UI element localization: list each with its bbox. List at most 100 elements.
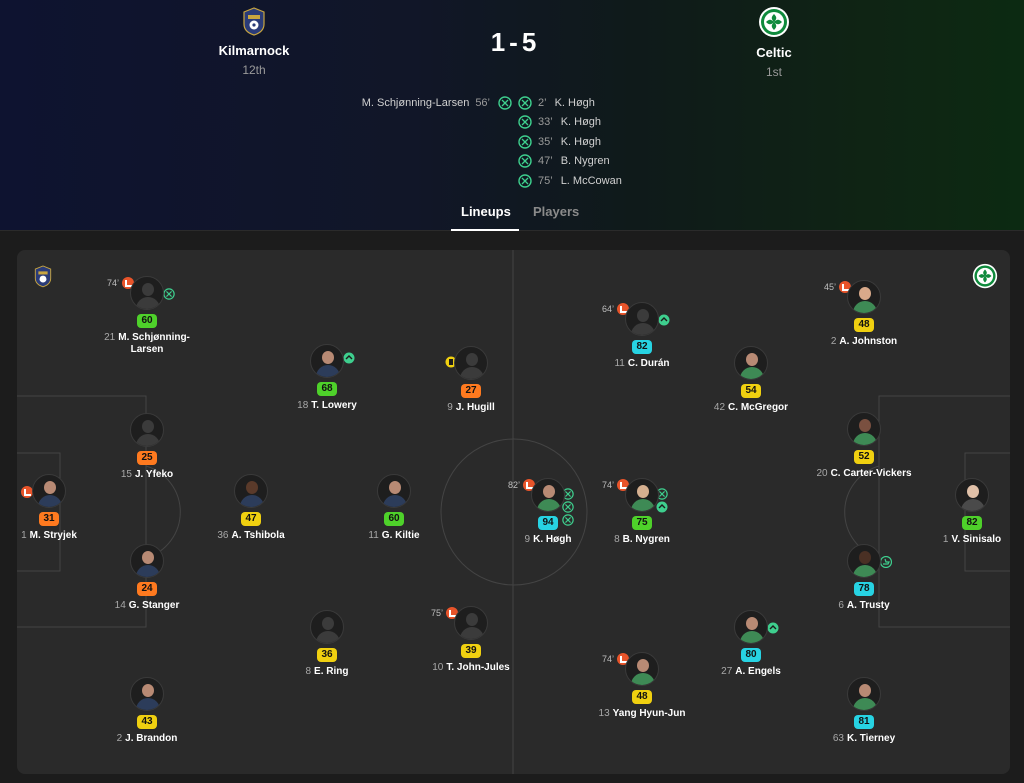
- player-duran[interactable]: 64’ 82 11 C. Durán: [592, 302, 692, 370]
- player-yang-hyun-jun[interactable]: 74’ 48 13 Yang Hyun-Jun: [592, 652, 692, 720]
- player-rating: 27: [461, 384, 481, 398]
- scorer-row: 2’ K. Høgh: [518, 93, 718, 113]
- goal-icon: [518, 96, 532, 110]
- scorer-row: 75’ L. McCowan: [518, 171, 718, 191]
- player-hugill[interactable]: 27 9 J. Hugill: [421, 346, 521, 414]
- player-rating: 94: [538, 516, 558, 530]
- kilmarnock-crest-icon: [34, 265, 52, 288]
- assist-icon: [656, 501, 668, 513]
- player-engels[interactable]: 80 27 A. Engels: [701, 610, 801, 678]
- player-trusty[interactable]: 78 6 A. Trusty: [814, 544, 914, 612]
- player-carter-vickers[interactable]: 52 20 C. Carter-Vickers: [814, 412, 914, 480]
- player-johnston[interactable]: 45’ 48 2 A. Johnston: [814, 280, 914, 348]
- player-avatar: [847, 412, 881, 446]
- player-name: J. Brandon: [125, 733, 178, 744]
- away-team-position: 1st: [765, 65, 782, 79]
- player-stryjek[interactable]: 31 1 M. Stryjek: [17, 474, 99, 542]
- player-kiltie[interactable]: 60 11 G. Kiltie: [344, 474, 444, 542]
- lineup-pitch: 74’ 60 21 M. Schjønning-Larsen 31 1 M. Str…: [17, 250, 1010, 774]
- player-label: 9 J. Hugill: [421, 402, 521, 414]
- player-label: 18 T. Lowery: [277, 400, 377, 412]
- player-tshibola[interactable]: 47 36 A. Tshibola: [201, 474, 301, 542]
- player-number: 11: [368, 530, 379, 541]
- player-label: 1 M. Stryjek: [17, 530, 99, 542]
- player-name: V. Sinisalo: [951, 534, 1002, 545]
- player-rating: 48: [632, 690, 652, 704]
- player-name: B. Nygren: [622, 534, 670, 545]
- goal-icon: [518, 115, 532, 129]
- active-tab-indicator: [451, 229, 519, 231]
- player-rating: 39: [461, 644, 481, 658]
- player-label: 2 J. Brandon: [97, 733, 197, 745]
- player-lowery[interactable]: 68 18 T. Lowery: [277, 344, 377, 412]
- home-team[interactable]: Kilmarnock 12th: [174, 6, 334, 77]
- player-name: A. Engels: [735, 666, 781, 677]
- away-team-name: Celtic: [756, 45, 792, 60]
- player-ring[interactable]: 36 8 E. Ring: [277, 610, 377, 678]
- assist-icon: [767, 622, 779, 634]
- player-avatar: [234, 474, 268, 508]
- tab-bar: Lineups Players: [0, 197, 1024, 231]
- scorer-name: K. Høgh: [554, 96, 595, 109]
- home-scorers: M. Schjønning-Larsen 56’: [300, 93, 512, 113]
- away-team[interactable]: Celtic 1st: [694, 6, 854, 79]
- player-label: 14 G. Stanger: [97, 600, 197, 612]
- player-number: 21: [104, 332, 116, 343]
- player-number: 18: [297, 400, 309, 411]
- player-name: M. Stryjek: [29, 530, 77, 541]
- scorer-minute: 35’: [538, 135, 553, 148]
- player-yfeko[interactable]: 25 15 J. Yfeko: [97, 413, 197, 481]
- player-label: 10 T. John-Jules: [421, 662, 521, 674]
- player-sinisalo[interactable]: 82 1 V. Sinisalo: [922, 478, 1010, 546]
- player-number: 1: [21, 530, 27, 541]
- player-schjonning-larsen[interactable]: 74’ 60 21 M. Schjønning-Larsen: [97, 276, 197, 356]
- player-label: 8 E. Ring: [277, 666, 377, 678]
- scorer-name: B. Nygren: [560, 155, 610, 168]
- scorer-name: K. Høgh: [560, 116, 602, 129]
- player-stanger[interactable]: 24 14 G. Stanger: [97, 544, 197, 612]
- player-label: 63 K. Tierney: [814, 733, 914, 745]
- player-rating: 80: [741, 648, 761, 662]
- player-avatar: [130, 413, 164, 447]
- player-name: J. Hugill: [455, 402, 495, 413]
- player-number: 2: [116, 733, 123, 744]
- player-hogh[interactable]: 82’ 94 9 K. Høgh: [498, 478, 598, 546]
- player-avatar: [130, 276, 164, 310]
- player-label: 6 A. Trusty: [814, 600, 914, 612]
- player-john-jules[interactable]: 75’ 39 10 T. John-Jules: [421, 606, 521, 674]
- assist-icon: [658, 314, 670, 326]
- player-rating: 81: [854, 715, 874, 729]
- player-label: 1 V. Sinisalo: [922, 534, 1010, 546]
- player-rating: 54: [741, 384, 761, 398]
- player-rating: 68: [317, 382, 337, 396]
- scorer-minute: 47’: [538, 155, 553, 168]
- player-tierney[interactable]: 81 63 K. Tierney: [814, 677, 914, 745]
- scorer-minute: 56’: [475, 96, 490, 109]
- player-number: 2: [830, 336, 837, 347]
- player-name: T. John-Jules: [446, 662, 510, 673]
- player-avatar: [130, 677, 164, 711]
- celtic-crest-icon: [759, 7, 789, 37]
- sub-minute: 74’: [602, 654, 615, 664]
- sub-minute: 45’: [824, 282, 837, 292]
- player-rating: 52: [854, 450, 874, 464]
- goal-icon: [163, 288, 175, 300]
- player-rating: 60: [384, 512, 404, 526]
- player-avatar: [310, 344, 344, 378]
- player-rating: 82: [632, 340, 652, 354]
- player-avatar: [377, 474, 411, 508]
- tab-lineups[interactable]: Lineups: [461, 204, 511, 219]
- player-rating: 24: [137, 582, 157, 596]
- boot-icon: [880, 556, 892, 568]
- player-nygren[interactable]: 74’ 75 8 B. Nygren: [592, 478, 692, 546]
- scorer-row: M. Schjønning-Larsen 56’: [300, 93, 512, 113]
- player-brandon[interactable]: 43 2 J. Brandon: [97, 677, 197, 745]
- kilmarnock-crest-icon: [243, 7, 265, 36]
- player-name: J. Yfeko: [134, 469, 174, 480]
- scorer-name: L. McCowan: [560, 174, 622, 187]
- player-number: 8: [305, 666, 312, 677]
- player-label: 21 M. Schjønning-Larsen: [97, 332, 197, 356]
- player-name: Yang Hyun-Jun: [612, 708, 686, 719]
- tab-players[interactable]: Players: [533, 204, 579, 219]
- player-mcgregor[interactable]: 54 42 C. McGregor: [701, 346, 801, 414]
